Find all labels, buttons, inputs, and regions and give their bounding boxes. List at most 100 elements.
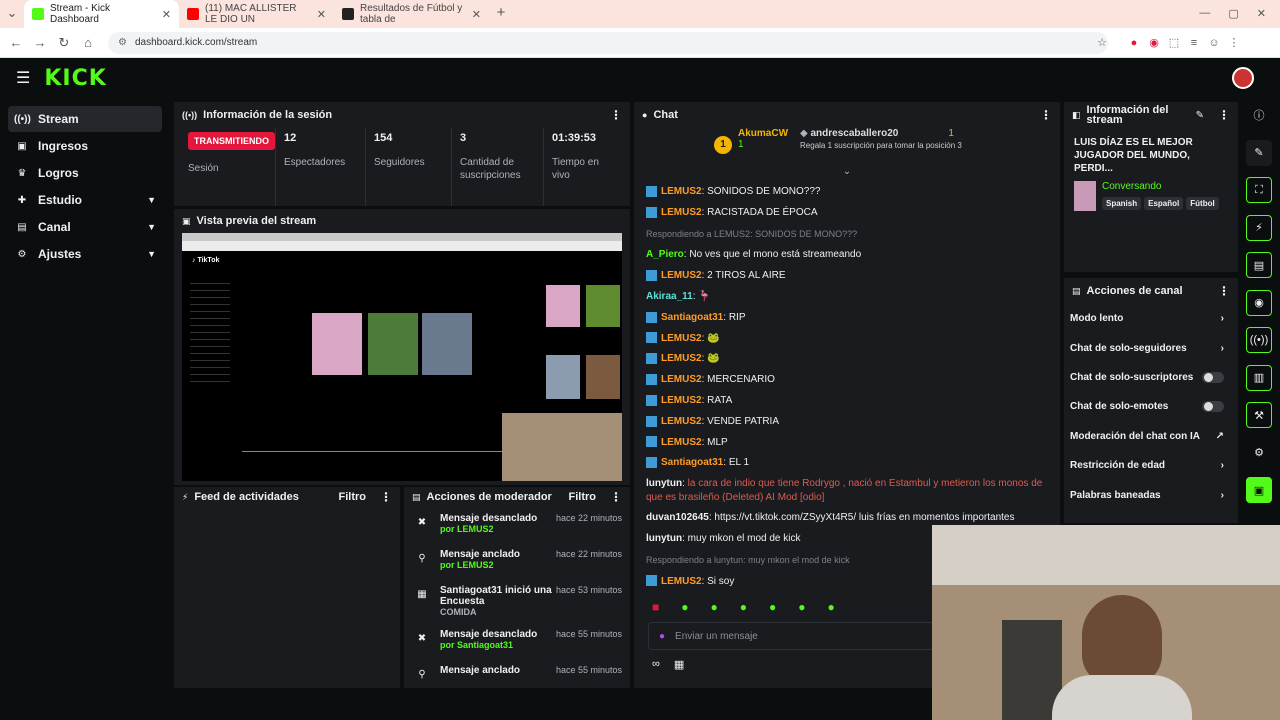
home-icon[interactable]: ⌂ (76, 35, 100, 50)
chat-username[interactable]: LEMUS2 (661, 270, 702, 281)
chat-username[interactable]: Santiagoat31 (661, 457, 723, 468)
sidebar-item-ingresos[interactable]: ▣ Ingresos (8, 133, 162, 159)
layout-icon[interactable]: ▥ (1246, 364, 1272, 391)
url-field[interactable]: ⚙ dashboard.kick.com/stream (108, 31, 1108, 54)
new-tab-icon[interactable]: + (489, 4, 513, 21)
edit-pencil-icon[interactable]: ✎ (1196, 110, 1204, 121)
profile-avatar-icon[interactable]: ☺ (1204, 37, 1224, 49)
emote-icon[interactable]: ● (798, 600, 805, 620)
maximize-icon[interactable]: ▢ (1228, 7, 1238, 20)
chat-username[interactable]: LEMUS2 (661, 207, 702, 218)
chat-username[interactable]: LEMUS2 (661, 416, 702, 427)
chat-message[interactable]: Santiagoat31: RIP (634, 308, 1060, 329)
action-emotes-only[interactable]: Chat de solo-emotes (1064, 392, 1238, 421)
reading-list-icon[interactable]: ≡ (1184, 37, 1204, 49)
gear-icon[interactable]: ⚙ (1246, 440, 1272, 466)
chat-username[interactable]: LEMUS2 (661, 186, 702, 197)
kick-app-icon[interactable]: ▣ (1246, 477, 1272, 503)
sidebar-item-stream[interactable]: ((•)) Stream (8, 106, 162, 132)
sidebar-item-logros[interactable]: ♛ Logros (8, 160, 162, 186)
action-age-restriction[interactable]: Restricción de edad › (1064, 451, 1238, 480)
microphone-icon[interactable]: ● (659, 631, 665, 642)
emote-icon[interactable]: ● (828, 600, 835, 620)
emote-icon[interactable]: ● (769, 600, 776, 620)
close-tab-icon[interactable]: ✕ (466, 8, 481, 21)
bolt-icon[interactable]: ⚡ (1246, 214, 1272, 241)
emote-icon[interactable]: ■ (652, 600, 659, 620)
chat-username[interactable]: lunytun (646, 478, 682, 489)
more-options-icon[interactable]: ⋮ (380, 490, 392, 504)
emote-icon[interactable]: ● (740, 600, 747, 620)
chat-message[interactable]: LEMUS2: 2 TIROS AL AIRE (634, 266, 1060, 287)
chat-username[interactable]: LEMUS2 (661, 353, 702, 364)
infinity-icon[interactable]: ∞ (652, 658, 660, 671)
filter-button[interactable]: Filtro (339, 491, 367, 503)
chat-username[interactable]: LEMUS2 (661, 576, 702, 587)
site-info-icon[interactable]: ⚙ (118, 37, 127, 48)
extensions-puzzle-icon[interactable]: ⬚ (1164, 36, 1184, 49)
chat-message[interactable]: Akiraa_11: 🦩 (634, 287, 1060, 308)
broadcast-icon[interactable]: ((•)) (1246, 327, 1272, 353)
chat-message[interactable]: LEMUS2: 🐸 (634, 329, 1060, 350)
browser-menu-icon[interactable]: ⋮ (1224, 36, 1244, 49)
chat-username[interactable]: LEMUS2 (661, 437, 702, 448)
subscribers-only-toggle[interactable] (1202, 371, 1224, 383)
store-icon[interactable]: ▦ (674, 658, 684, 671)
sidebar-item-canal[interactable]: ▤ Canal ▼ (8, 214, 162, 240)
chat-username[interactable]: lunytun (646, 533, 682, 544)
forward-icon[interactable]: → (28, 35, 52, 50)
chat-username[interactable]: LEMUS2 (661, 395, 702, 406)
extension-opera-icon[interactable]: ◉ (1144, 36, 1164, 49)
action-banned-words[interactable]: Palabras baneadas › (1064, 480, 1238, 509)
chat-username[interactable]: duvan102645 (646, 512, 709, 523)
action-followers-only[interactable]: Chat de solo-seguidores › (1064, 333, 1238, 362)
tab-search-icon[interactable]: ⌄ (0, 5, 24, 21)
chat-message[interactable]: LEMUS2: 🐸 (634, 349, 1060, 370)
close-tab-icon[interactable]: ✕ (311, 8, 326, 21)
hamburger-menu-icon[interactable]: ☰ (16, 68, 30, 88)
chat-message[interactable]: LEMUS2: MLP (634, 433, 1060, 454)
chat-username[interactable]: LEMUS2 (661, 374, 702, 385)
more-options-icon[interactable]: ⋮ (1218, 108, 1230, 122)
more-options-icon[interactable]: ⋮ (610, 490, 622, 504)
second-gifter-name[interactable]: andrescaballero20 (810, 128, 898, 139)
action-subscribers-only[interactable]: Chat de solo-suscriptores (1064, 363, 1238, 392)
sidebar-item-estudio[interactable]: ✚ Estudio ▼ (8, 187, 162, 213)
chat-message[interactable]: LEMUS2: VENDE PATRIA (634, 412, 1060, 433)
action-slow-mode[interactable]: Modo lento › (1064, 304, 1238, 333)
reload-icon[interactable]: ↻ (52, 35, 76, 51)
clip-icon[interactable]: ⛶ (1246, 177, 1272, 203)
category-name[interactable]: Conversando (1102, 181, 1222, 192)
chat-username[interactable]: A_Piero (646, 249, 684, 260)
more-options-icon[interactable]: ⋮ (1218, 284, 1230, 298)
back-icon[interactable]: ← (4, 35, 28, 50)
window-close-icon[interactable]: ✕ (1257, 7, 1266, 20)
chat-username[interactable]: Akiraa_11 (646, 291, 693, 302)
sidebar-item-ajustes[interactable]: ⚙ Ajustes ▼ (8, 241, 162, 267)
info-icon[interactable]: ⓘ (1246, 102, 1272, 128)
chat-username[interactable]: LEMUS2 (661, 333, 702, 344)
collapse-chevron-icon[interactable]: ⌄ (634, 166, 1060, 182)
extension-red-icon[interactable]: ● (1124, 37, 1144, 49)
wrench-icon[interactable]: ⚒ (1246, 402, 1272, 428)
minimize-icon[interactable]: — (1199, 7, 1210, 20)
chat-icon[interactable]: ◉ (1246, 289, 1272, 316)
user-avatar[interactable] (1232, 67, 1254, 89)
tab-resultados[interactable]: Resultados de Fútbol y tabla de ✕ (334, 0, 489, 28)
more-options-icon[interactable]: ⋮ (1040, 108, 1052, 122)
filter-button[interactable]: Filtro (569, 491, 597, 503)
chat-message[interactable]: LEMUS2: SONIDOS DE MONO??? (634, 182, 1060, 203)
chat-message[interactable]: LEMUS2: MERCENARIO (634, 370, 1060, 391)
chat-message[interactable]: LEMUS2: RATA (634, 391, 1060, 412)
top-gifter-name[interactable]: AkumaCW (738, 128, 788, 139)
chat-username[interactable]: Santiagoat31 (661, 312, 723, 323)
emotes-only-toggle[interactable] (1202, 401, 1224, 413)
edit-icon[interactable]: ✎ (1246, 139, 1272, 166)
chat-message[interactable]: Santiagoat31: EL 1 (634, 453, 1060, 474)
more-options-icon[interactable]: ⋮ (610, 108, 622, 122)
emote-icon[interactable]: ● (681, 600, 688, 620)
chat-message[interactable]: LEMUS2: RACISTADA DE ÉPOCA (634, 203, 1060, 224)
tab-kick-dashboard[interactable]: Stream - Kick Dashboard ✕ (24, 0, 179, 28)
close-tab-icon[interactable]: ✕ (156, 8, 171, 21)
kick-logo[interactable]: KICK (44, 66, 106, 91)
